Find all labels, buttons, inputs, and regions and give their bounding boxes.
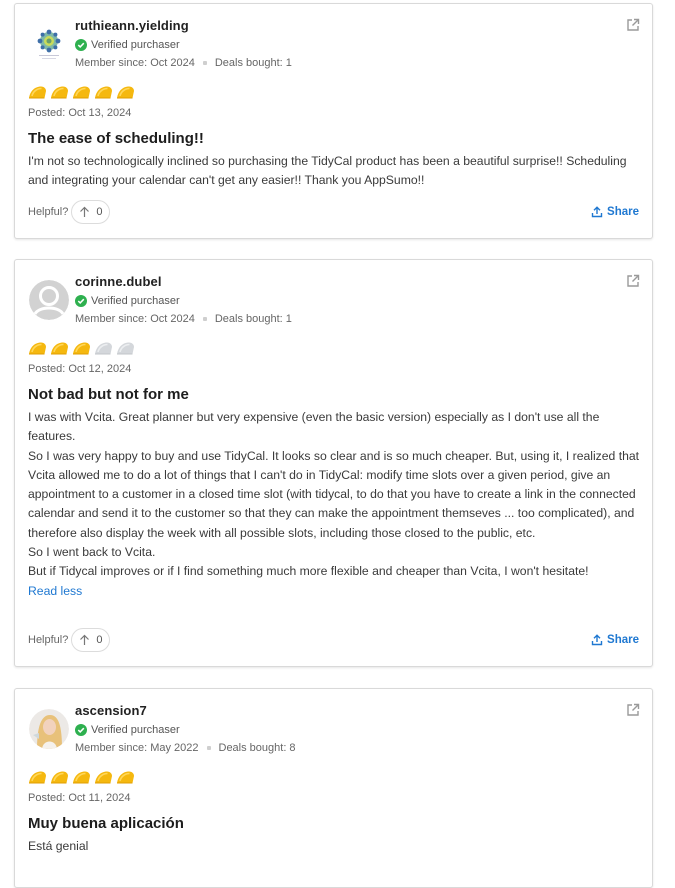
review-paragraph: But if Tidycal improves or if I find som… xyxy=(28,564,589,579)
username[interactable]: corinne.dubel xyxy=(75,273,292,291)
verified-badge: Verified purchaser xyxy=(75,721,296,739)
taco-filled-icon xyxy=(117,86,134,99)
separator-dot xyxy=(202,61,207,65)
taco-filled-icon xyxy=(73,342,90,355)
default-user-icon xyxy=(29,280,69,320)
taco-filled-icon xyxy=(29,342,46,355)
taco-rating xyxy=(28,341,135,355)
check-circle-icon xyxy=(75,295,87,307)
member-since: Member since: May 2022 xyxy=(75,742,199,754)
share-icon xyxy=(591,634,603,646)
arrow-up-icon xyxy=(80,634,90,645)
member-meta: Member since: Oct 2024 Deals bought: 1 xyxy=(75,310,292,328)
verified-label: Verified purchaser xyxy=(91,295,180,307)
member-meta: Member since: May 2022 Deals bought: 8 xyxy=(75,739,296,757)
review-paragraph: Está genial xyxy=(28,839,89,853)
username[interactable]: ascension7 xyxy=(75,702,296,720)
taco-filled-icon xyxy=(73,771,90,784)
verified-badge: Verified purchaser xyxy=(75,292,292,310)
review-body: I'm not so technologically inclined so p… xyxy=(28,152,640,191)
member-meta: Member since: Oct 2024 Deals bought: 1 xyxy=(75,54,292,72)
share-icon xyxy=(591,206,603,218)
posted-date: Posted: Oct 13, 2024 xyxy=(28,107,132,119)
taco-filled-icon xyxy=(51,86,68,99)
verified-label: Verified purchaser xyxy=(91,39,180,51)
taco-filled-icon xyxy=(117,771,134,784)
avatar xyxy=(29,280,69,320)
review-card: ascension7 Verified purchaser Member sin… xyxy=(14,688,653,888)
taco-empty-icon xyxy=(95,342,112,355)
taco-filled-icon xyxy=(95,86,112,99)
review-footer: Helpful? 0 Share xyxy=(28,628,639,652)
taco-rating xyxy=(28,85,135,99)
taco-rating xyxy=(28,770,135,784)
external-link-icon[interactable] xyxy=(626,274,640,288)
external-link-icon[interactable] xyxy=(626,18,640,32)
separator-dot xyxy=(202,317,207,321)
user-photo-icon xyxy=(29,709,69,749)
review-paragraph: So I went back to Vcita. xyxy=(28,545,156,560)
review-title: Muy buena aplicación xyxy=(28,815,184,832)
arrow-up-icon xyxy=(80,206,90,217)
member-since: Member since: Oct 2024 xyxy=(75,313,195,325)
username[interactable]: ruthieann.yielding xyxy=(75,17,292,35)
review-title: The ease of scheduling!! xyxy=(28,130,204,147)
taco-filled-icon xyxy=(51,771,68,784)
taco-filled-icon xyxy=(29,86,46,99)
deals-bought: Deals bought: 1 xyxy=(214,313,292,325)
separator-dot xyxy=(206,746,211,750)
share-label: Share xyxy=(607,634,639,646)
taco-filled-icon xyxy=(73,86,90,99)
review-paragraph: I was with Vcita. Great planner but very… xyxy=(28,410,600,444)
helpful-count: 0 xyxy=(96,206,103,218)
review-body: Está genial xyxy=(28,837,640,856)
upvote-button[interactable]: 0 xyxy=(71,200,111,224)
upvote-button[interactable]: 0 xyxy=(71,628,111,652)
review-footer: Helpful? 0 Share xyxy=(28,200,639,224)
posted-date: Posted: Oct 12, 2024 xyxy=(28,363,132,375)
check-circle-icon xyxy=(75,39,87,51)
taco-filled-icon xyxy=(51,342,68,355)
mandala-logo-icon xyxy=(29,24,69,64)
share-button[interactable]: Share xyxy=(591,206,639,218)
read-less-link[interactable]: Read less xyxy=(28,584,82,598)
taco-empty-icon xyxy=(117,342,134,355)
review-card: ruthieann.yielding Verified purchaser Me… xyxy=(14,3,653,239)
verified-badge: Verified purchaser xyxy=(75,36,292,54)
verified-label: Verified purchaser xyxy=(91,724,180,736)
avatar xyxy=(29,24,69,64)
share-button[interactable]: Share xyxy=(591,634,639,646)
review-card: corinne.dubel Verified purchaser Member … xyxy=(14,259,653,667)
review-paragraph: So I was very happy to buy and use TidyC… xyxy=(28,448,640,540)
helpful-count: 0 xyxy=(96,634,103,646)
helpful-label: Helpful? xyxy=(28,206,69,218)
deals-bought: Deals bought: 1 xyxy=(214,57,292,69)
deals-bought: Deals bought: 8 xyxy=(218,742,296,754)
helpful-label: Helpful? xyxy=(28,634,69,646)
member-since: Member since: Oct 2024 xyxy=(75,57,195,69)
check-circle-icon xyxy=(75,724,87,736)
review-body: I was with Vcita. Great planner but very… xyxy=(28,408,640,601)
taco-filled-icon xyxy=(29,771,46,784)
taco-filled-icon xyxy=(95,771,112,784)
share-label: Share xyxy=(607,206,639,218)
review-paragraph: I'm not so technologically inclined so p… xyxy=(28,154,627,188)
external-link-icon[interactable] xyxy=(626,703,640,717)
review-title: Not bad but not for me xyxy=(28,386,189,403)
posted-date: Posted: Oct 11, 2024 xyxy=(28,792,131,804)
avatar xyxy=(29,709,69,749)
